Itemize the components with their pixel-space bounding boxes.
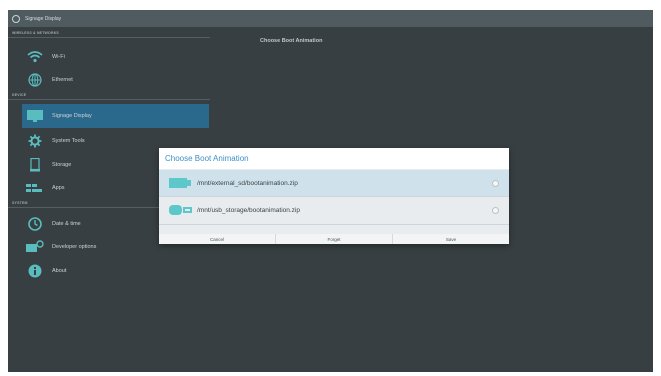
option-usb-storage[interactable]: /mnt/usb_storage/bootanimation.zip: [159, 197, 509, 223]
option-radio[interactable]: [492, 179, 499, 187]
dialog-title: Choose Boot Animation: [159, 148, 509, 169]
option-radio[interactable]: [492, 206, 499, 214]
option-divider: [159, 224, 509, 225]
usb-icon: [169, 203, 193, 217]
sd-card-icon: [169, 176, 193, 190]
dialog-title-text: Choose Boot Animation: [165, 154, 249, 163]
option-external-sd[interactable]: /mnt/external_sd/bootanimation.zip: [159, 170, 509, 196]
option-label: /mnt/external_sd/bootanimation.zip: [197, 179, 298, 187]
dialog-button-row: Cancel Forget Save: [159, 234, 509, 244]
forget-button[interactable]: Forget: [276, 234, 393, 244]
cancel-button[interactable]: Cancel: [159, 234, 276, 244]
screen: Signage Display WIRELESS & NETWORKS Wi-F…: [8, 10, 653, 372]
option-label: /mnt/usb_storage/bootanimation.zip: [197, 206, 300, 214]
boot-animation-dialog: Choose Boot Animation /mnt/external_sd/b…: [159, 148, 509, 244]
save-button[interactable]: Save: [393, 234, 509, 244]
